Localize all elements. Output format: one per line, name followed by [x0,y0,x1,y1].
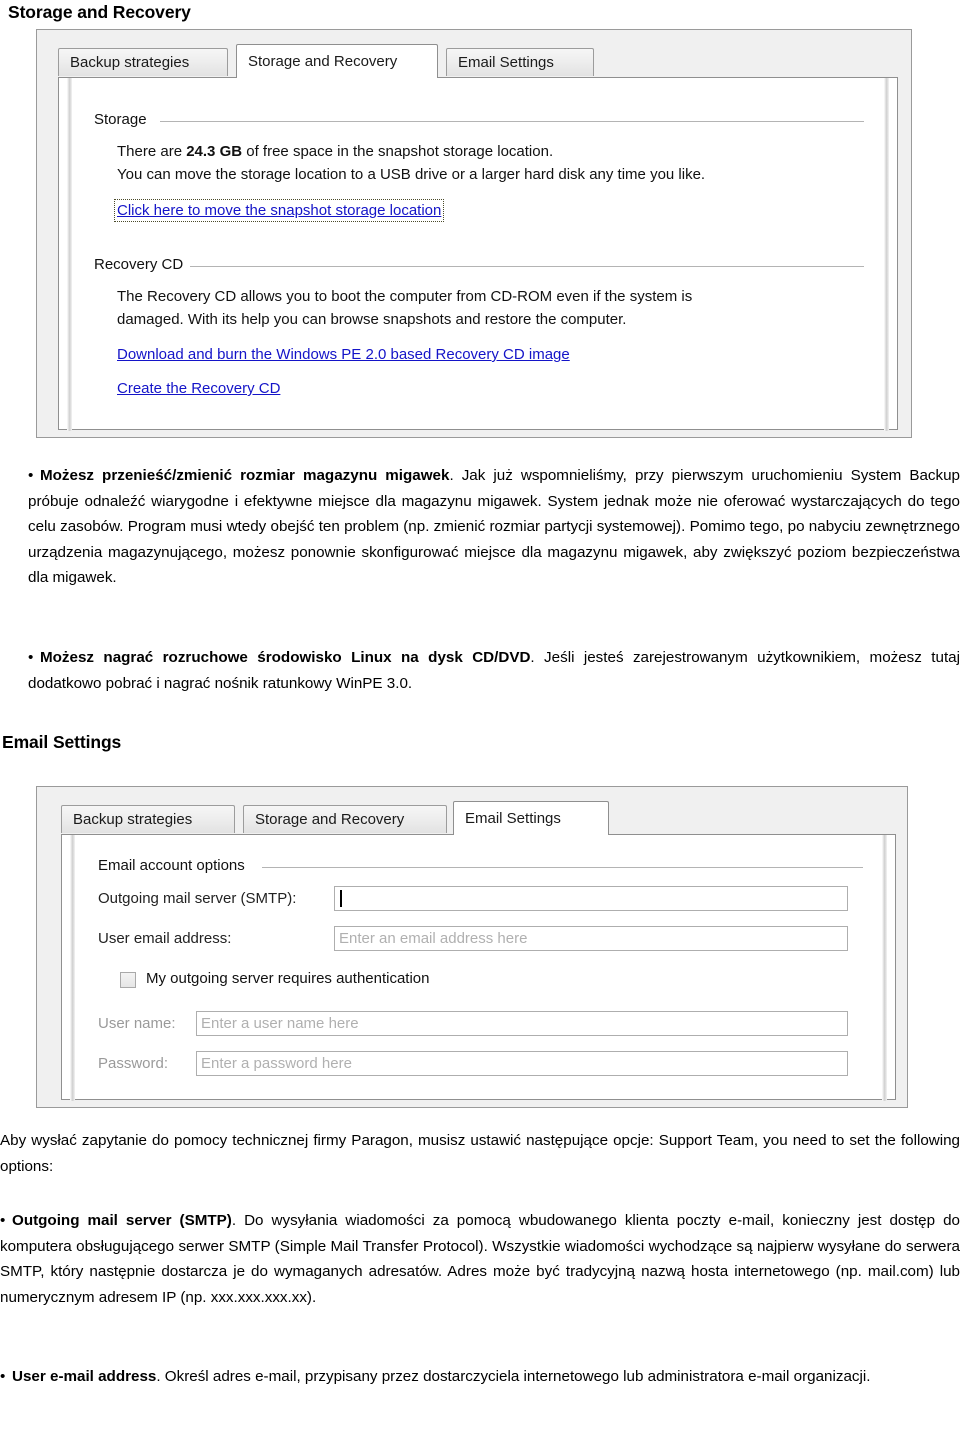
storage-move-hint-text: You can move the storage location to a U… [117,166,706,183]
bullet-icon: • [28,649,34,666]
tab-pane-storage: Storage There are 24.3 GB of free space … [58,77,898,431]
recovery-cd-desc-line2: damaged. With its help you can browse sn… [117,311,627,328]
user-email-address-label: User email address: [98,930,232,947]
paragraph-move-resize-snapshot-storage: • Możesz przenieść/zmienić rozmiar magazy… [28,463,960,591]
group-recovery-cd-title: Recovery CD [94,256,191,273]
p1-bold: Możesz przenieść/zmienić rozmiar magazyn… [40,467,450,484]
tab-storage-and-recovery[interactable]: Storage and Recovery [236,44,438,78]
freespace-value: 24.3 GB [186,143,243,160]
email-settings-heading: Email Settings [2,732,122,752]
p5-rest: . Określ adres e-mail, przypisany przez … [156,1368,871,1385]
recovery-cd-desc-line1: The Recovery CD allows you to boot the c… [117,288,693,305]
group-email-account-options-title: Email account options [98,857,252,874]
tab-email-settings[interactable]: Email Settings [446,48,594,76]
link-download-burn-winpe-recovery-cd[interactable]: Download and burn the Windows PE 2.0 bas… [117,346,570,363]
bullet-icon: • [0,1212,6,1229]
tab-backup-strategies[interactable]: Backup strategies [58,48,228,76]
pane-right-divider [884,78,889,431]
tab-label: Storage and Recovery [248,53,398,70]
tab-label: Backup strategies [70,54,190,71]
tab-strip-storage: Backup strategies Storage and Recovery E… [58,44,898,78]
tab-strip-email: Backup strategies Storage and Recovery E… [61,801,896,835]
paragraph-burn-linux-recovery-media: • Możesz nagrać rozruchowe środowisko Lin… [28,645,960,696]
password-label: Password: [98,1055,169,1072]
screenshot-storage-and-recovery: Backup strategies Storage and Recovery E… [36,29,912,438]
bullet-icon: • [28,467,34,484]
tab-pane-email: Email account options Outgoing mail serv… [61,834,896,1101]
p2-bold: Możesz nagrać rozruchowe środowisko Linu… [40,649,531,666]
tab-label: Email Settings [465,810,561,827]
tab-label: Email Settings [458,54,554,71]
freespace-suffix: of free space in the snapshot storage lo… [242,143,554,160]
bullet-icon: • [0,1368,6,1385]
paragraph-user-email-address: • User e-mail address. Określ adres e-mai… [0,1364,960,1390]
tab-label: Backup strategies [73,811,193,828]
group-recovery-cd-rule [190,266,864,267]
freespace-prefix: There are [117,143,187,160]
smtp-server-label: Outgoing mail server (SMTP): [98,890,297,907]
password-input[interactable]: Enter a password here [196,1051,848,1076]
auth-required-label: My outgoing server requires authenticati… [146,970,430,987]
pane-left-divider [70,835,75,1101]
storage-freespace-text: There are 24.3 GB of free space in the s… [117,141,553,162]
screenshot-email-settings: Backup strategies Storage and Recovery E… [36,786,908,1108]
smtp-server-input[interactable] [334,886,848,911]
pane-right-divider [882,835,887,1101]
group-email-account-options-rule [262,867,863,868]
link-move-snapshot-storage-location[interactable]: Click here to move the snapshot storage … [113,199,445,222]
paragraph-outgoing-mail-server: • Outgoing mail server (SMTP). Do wysyłan… [0,1208,960,1310]
p4-bold: Outgoing mail server (SMTP) [12,1212,232,1229]
user-name-input[interactable]: Enter a user name here [196,1011,848,1036]
pane-left-divider [67,78,72,431]
p5-bold: User e-mail address [12,1368,157,1385]
tab-email-settings[interactable]: Email Settings [453,801,609,835]
link-create-the-recovery-cd[interactable]: Create the Recovery CD [117,380,280,397]
page-title: Storage and Recovery [8,2,191,22]
user-name-label: User name: [98,1015,176,1032]
tab-label: Storage and Recovery [255,811,405,828]
user-email-address-input[interactable]: Enter an email address here [334,926,848,951]
group-storage-title: Storage [94,111,154,128]
tab-storage-and-recovery[interactable]: Storage and Recovery [243,805,447,833]
group-storage-rule [160,121,864,122]
paragraph-support-team-options: Aby wysłać zapytanie do pomocy techniczn… [0,1132,960,1175]
auth-required-checkbox[interactable] [120,972,136,988]
p1-rest: . Jak już wspomnieliśmy, przy pierwszym … [28,467,960,586]
tab-backup-strategies[interactable]: Backup strategies [61,805,235,833]
